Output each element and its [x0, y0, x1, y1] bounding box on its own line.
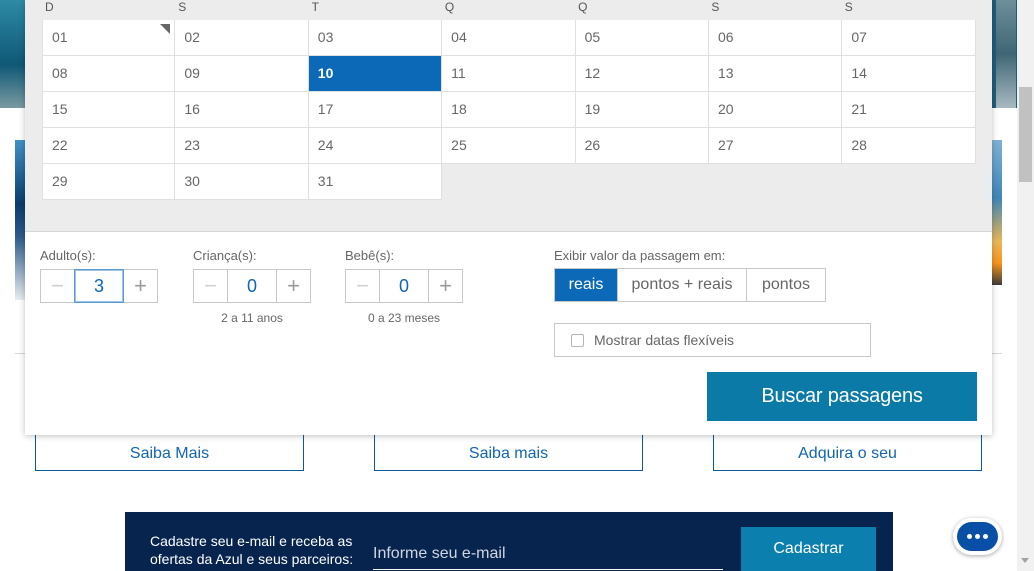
calendar-day[interactable]: 12 — [575, 56, 709, 92]
calendar-day[interactable]: 16 — [175, 92, 309, 128]
calendar-day[interactable]: 20 — [708, 92, 843, 128]
calendar-day[interactable]: 29 — [42, 164, 176, 200]
calendar-day[interactable]: 05 — [575, 20, 709, 56]
calendar-day[interactable]: 04 — [442, 20, 576, 56]
calendar-day[interactable]: 11 — [442, 56, 576, 92]
weekday-label: Q — [578, 0, 588, 14]
weekday-label: D — [45, 0, 54, 14]
today-marker-icon — [160, 24, 171, 34]
price-display-label: Exibir valor da passagem em: — [554, 248, 726, 263]
option-pontos-reais[interactable]: pontos + reais — [618, 269, 747, 301]
flexible-dates-toggle[interactable]: Mostrar datas flexíveis — [554, 323, 871, 357]
calendar-week: 29 30 31 — [42, 164, 976, 200]
page-scrollbar[interactable] — [1017, 0, 1034, 571]
calendar-week: 08 09 10 11 12 13 14 — [42, 56, 976, 92]
weekday-label: S — [178, 0, 187, 14]
calendar-day[interactable]: 07 — [842, 20, 976, 56]
calendar-day[interactable]: 28 — [842, 128, 976, 164]
checkbox-icon[interactable] — [571, 333, 584, 347]
children-increment-button[interactable]: + — [277, 270, 310, 302]
calendar-day[interactable]: 09 — [175, 56, 309, 92]
calendar-week: 15 16 17 18 19 20 21 — [42, 92, 976, 128]
babies-age-hint: 0 a 23 meses — [367, 311, 441, 325]
babies-count-input[interactable]: 0 — [379, 270, 429, 302]
calendar-day[interactable]: 08 — [42, 56, 176, 92]
calendar-day[interactable]: 18 — [442, 92, 576, 128]
scroll-down-arrow-icon[interactable] — [1021, 558, 1029, 563]
calendar-day[interactable]: 01 — [42, 20, 176, 56]
adults-decrement-button[interactable]: − — [41, 270, 74, 302]
calendar-day[interactable]: 22 — [42, 128, 176, 164]
calendar-day[interactable]: 14 — [842, 56, 976, 92]
newsletter-submit-button[interactable]: Cadastrar — [741, 527, 876, 571]
weekday-label: Q — [444, 0, 455, 14]
weekday-label: S — [844, 0, 853, 14]
children-count-input[interactable]: 0 — [227, 270, 277, 302]
adults-label: Adulto(s): — [40, 248, 96, 263]
calendar-day[interactable]: 21 — [842, 92, 976, 128]
calendar-day[interactable]: 24 — [308, 128, 443, 164]
babies-stepper: − 0 + — [345, 269, 463, 303]
saiba-mais-button-2[interactable]: Saiba mais — [374, 433, 643, 471]
newsletter-banner: Cadastre seu e-mail e receba as ofertas … — [125, 512, 893, 571]
calendar-day[interactable]: 03 — [308, 20, 443, 56]
calendar-day[interactable]: 25 — [442, 128, 576, 164]
babies-label: Bebê(s): — [345, 248, 395, 263]
option-pontos[interactable]: pontos — [747, 269, 825, 301]
price-display-toggle: reais pontos + reais pontos — [554, 268, 826, 302]
calendar-day[interactable]: 15 — [42, 92, 176, 128]
weekday-label: T — [311, 0, 319, 14]
calendar-day[interactable]: 27 — [708, 128, 843, 164]
newsletter-email-input[interactable] — [373, 538, 723, 570]
calendar-day[interactable]: 02 — [175, 20, 309, 56]
calendar-empty-cell — [442, 164, 576, 200]
calendar-day[interactable]: 19 — [575, 92, 709, 128]
adquira-button[interactable]: Adquira o seu — [713, 433, 982, 471]
calendar: D S T Q Q S S 01 02 03 04 05 06 07 08 09… — [25, 0, 992, 232]
calendar-day[interactable]: 30 — [175, 164, 309, 200]
search-flights-button[interactable]: Buscar passagens — [707, 372, 977, 421]
saiba-mais-button-1[interactable]: Saiba Mais — [35, 433, 304, 471]
children-age-hint: 2 a 11 anos — [221, 311, 283, 325]
calendar-day[interactable]: 26 — [575, 128, 709, 164]
calendar-day[interactable]: 17 — [308, 92, 443, 128]
adults-stepper: − 3 + — [40, 269, 158, 303]
weekday-label: S — [711, 0, 720, 14]
calendar-day[interactable]: 23 — [175, 128, 309, 164]
option-reais[interactable]: reais — [555, 269, 618, 301]
calendar-day[interactable]: 06 — [708, 20, 843, 56]
children-stepper: − 0 + — [193, 269, 311, 303]
chat-bubble-icon — [957, 522, 998, 551]
flexible-dates-label: Mostrar datas flexíveis — [594, 332, 735, 348]
calendar-day[interactable]: 31 — [308, 164, 443, 200]
calendar-empty-cell — [842, 164, 976, 200]
adults-count-input[interactable]: 3 — [74, 269, 124, 303]
calendar-week: 01 02 03 04 05 06 07 — [42, 20, 976, 56]
calendar-empty-cell — [708, 164, 843, 200]
adults-increment-button[interactable]: + — [124, 270, 157, 302]
babies-decrement-button[interactable]: − — [346, 270, 379, 302]
calendar-day-selected[interactable]: 10 — [308, 56, 443, 92]
calendar-grid: 01 02 03 04 05 06 07 08 09 10 11 12 13 1… — [42, 20, 976, 200]
calendar-week: 22 23 24 25 26 27 28 — [42, 128, 976, 164]
hero-image-right — [996, 0, 1016, 108]
calendar-weekday-header: D S T Q Q S S — [42, 0, 975, 20]
scrollbar-thumb[interactable] — [1019, 87, 1032, 182]
chat-button[interactable] — [953, 518, 1002, 555]
newsletter-text: Cadastre seu e-mail e receba as ofertas … — [150, 533, 354, 567]
children-label: Criança(s): — [193, 248, 257, 263]
babies-increment-button[interactable]: + — [429, 270, 462, 302]
children-decrement-button[interactable]: − — [194, 270, 227, 302]
calendar-day[interactable]: 13 — [708, 56, 843, 92]
booking-panel: D S T Q Q S S 01 02 03 04 05 06 07 08 09… — [25, 0, 992, 435]
calendar-empty-cell — [575, 164, 709, 200]
